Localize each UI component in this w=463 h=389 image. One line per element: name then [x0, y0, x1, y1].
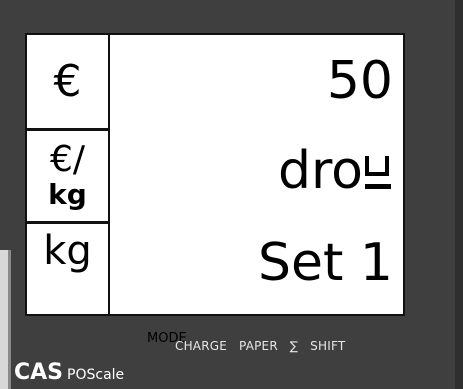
- weight-unit-cell: kg: [27, 224, 108, 314]
- price-per-kg-unit-cell: €/ kg: [27, 131, 108, 224]
- weight-unit: kg: [43, 228, 92, 274]
- message-readout: dro: [278, 141, 393, 201]
- function-key-labels: CHARGE PAPER ∑ SHIFT: [175, 339, 345, 353]
- lcd-display: € €/ kg kg 50 dro Set 1 MODE: [25, 33, 405, 346]
- currency-unit: €: [53, 56, 82, 107]
- charge-key-label: CHARGE: [175, 339, 228, 353]
- setting-readout: Set 1: [257, 233, 393, 293]
- price-readout: 50: [326, 51, 393, 111]
- housing-right-edge: [455, 0, 463, 389]
- brand-logo: CAS POScale: [14, 360, 124, 385]
- price-per-unit-kg: kg: [48, 178, 87, 211]
- housing-left-edge: [0, 250, 11, 389]
- shift-key-label: SHIFT: [310, 339, 346, 353]
- brand-model: POScale: [67, 367, 125, 383]
- segment-glyph-icon: [363, 150, 393, 192]
- paper-key-label: PAPER: [239, 339, 278, 353]
- unit-column: € €/ kg kg: [27, 35, 110, 314]
- sum-key-label: ∑: [289, 339, 299, 353]
- message-text: dro: [277, 141, 363, 201]
- currency-unit-cell: €: [27, 35, 108, 131]
- brand-name: CAS: [14, 360, 64, 385]
- price-per-unit-symbol: €/: [49, 139, 86, 180]
